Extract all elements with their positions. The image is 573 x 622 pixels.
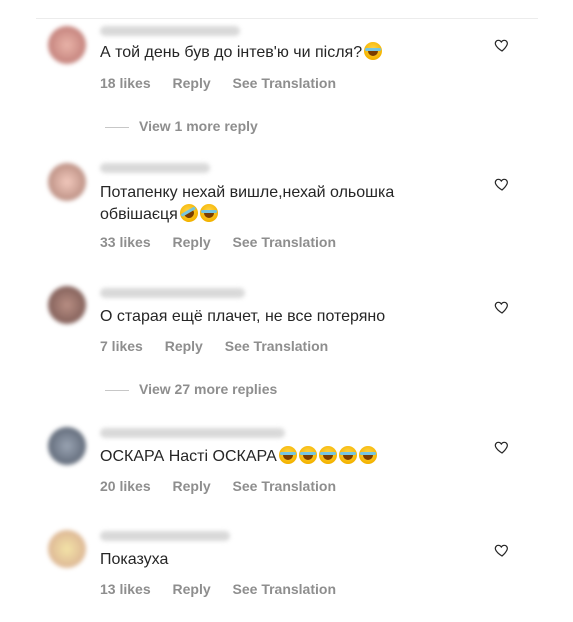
avatar[interactable] <box>48 286 86 324</box>
tears-of-joy-emoji <box>298 446 317 464</box>
likes-count[interactable]: 13 likes <box>100 581 151 597</box>
replies-line <box>105 389 129 391</box>
avatar[interactable] <box>48 530 86 568</box>
username-blurred[interactable] <box>100 531 230 541</box>
heart-icon[interactable] <box>494 176 510 192</box>
comment-meta: 33 likes Reply See Translation <box>100 234 354 250</box>
tears-of-joy-emoji <box>278 446 297 464</box>
see-translation-link[interactable]: See Translation <box>233 478 336 494</box>
comment-text: Показуха <box>100 551 169 568</box>
reply-button[interactable]: Reply <box>173 478 211 494</box>
avatar[interactable] <box>48 26 86 64</box>
view-replies-button[interactable]: View 27 more replies <box>105 381 277 397</box>
username-blurred[interactable] <box>100 163 210 173</box>
tears-of-joy-emoji <box>199 204 218 222</box>
reply-button[interactable]: Reply <box>173 75 211 91</box>
view-replies-button[interactable]: View 1 more reply <box>105 118 258 134</box>
comment-meta: 18 likes Reply See Translation <box>100 75 354 91</box>
top-divider <box>36 18 538 19</box>
tears-of-joy-emoji <box>338 446 357 464</box>
comment-meta: 7 likes Reply See Translation <box>100 338 346 354</box>
likes-count[interactable]: 7 likes <box>100 338 143 354</box>
see-translation-link[interactable]: See Translation <box>233 581 336 597</box>
username-blurred[interactable] <box>100 26 240 36</box>
tears-of-joy-emoji <box>358 446 377 464</box>
tears-of-joy-emoji <box>364 42 383 60</box>
likes-count[interactable]: 20 likes <box>100 478 151 494</box>
heart-icon[interactable] <box>494 37 510 53</box>
avatar[interactable] <box>48 427 86 465</box>
comment-text: А той день був до інтев'ю чи після? <box>100 42 460 64</box>
heart-icon[interactable] <box>494 439 510 455</box>
comment-meta: 13 likes Reply See Translation <box>100 581 354 597</box>
reply-button[interactable]: Reply <box>173 581 211 597</box>
username-blurred[interactable] <box>100 428 285 438</box>
tears-of-joy-emoji <box>318 446 337 464</box>
likes-count[interactable]: 33 likes <box>100 234 151 250</box>
comment-text: Потапенку нехай вишле,нехай ольошка обві… <box>100 182 460 226</box>
avatar[interactable] <box>48 163 86 201</box>
see-translation-link[interactable]: See Translation <box>225 338 328 354</box>
see-translation-link[interactable]: See Translation <box>233 234 336 250</box>
reply-button[interactable]: Reply <box>165 338 203 354</box>
username-blurred[interactable] <box>100 288 245 298</box>
heart-icon[interactable] <box>494 542 510 558</box>
likes-count[interactable]: 18 likes <box>100 75 151 91</box>
replies-line <box>105 126 129 128</box>
comment-text: О старая ещё плачет, не все потеряно <box>100 308 386 325</box>
heart-icon[interactable] <box>494 299 510 315</box>
reply-button[interactable]: Reply <box>173 234 211 250</box>
rofl-emoji <box>176 200 202 226</box>
see-translation-link[interactable]: See Translation <box>233 75 336 91</box>
comment-text: ОСКАРА Насті ОСКАРА <box>100 446 460 468</box>
comment-meta: 20 likes Reply See Translation <box>100 478 354 494</box>
